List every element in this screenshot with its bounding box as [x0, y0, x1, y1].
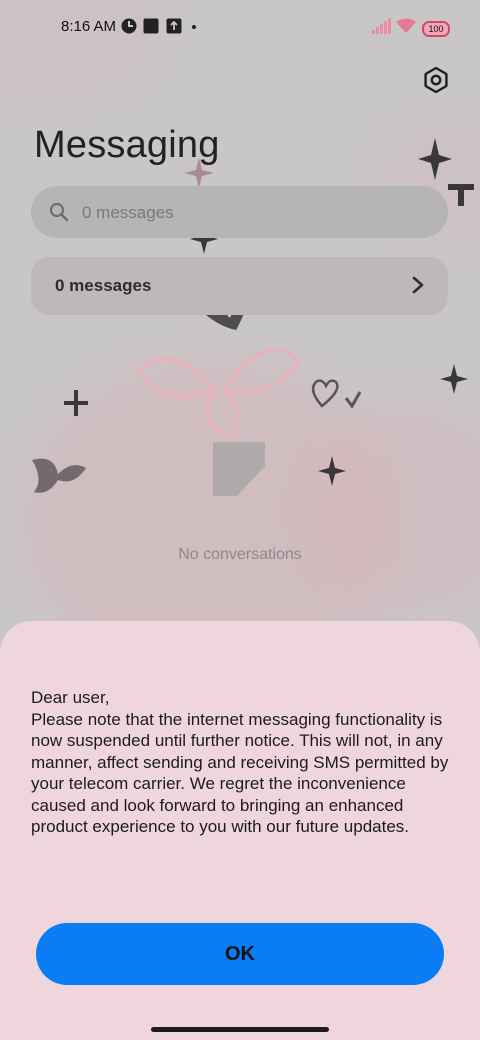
dialog-greeting: Dear user,: [31, 688, 110, 707]
page-title: Messaging: [34, 124, 220, 166]
battery-icon: 100: [422, 21, 450, 37]
empty-chat-icon: [213, 442, 265, 496]
wifi-icon: [396, 18, 416, 33]
ok-button[interactable]: OK: [36, 923, 444, 985]
status-time: 8:16 AM: [61, 18, 117, 35]
home-indicator[interactable]: [151, 1027, 329, 1032]
messages-summary-row[interactable]: 0 messages: [31, 257, 448, 315]
status-bar: 8:16 AM 100: [0, 0, 480, 56]
search-placeholder: 0 messages: [82, 203, 174, 222]
square-icon: [143, 18, 159, 34]
dialog-body: Please note that the internet messaging …: [31, 709, 449, 837]
dot-icon: [192, 25, 196, 29]
sparkle-icon: [318, 456, 346, 486]
sparkle-icon: [440, 364, 468, 394]
upload-icon: [166, 18, 182, 34]
search-icon: [49, 202, 69, 222]
notice-dialog: Dear user, Please note that the internet…: [0, 621, 480, 1040]
dialog-message: Dear user, Please note that the internet…: [31, 687, 461, 838]
settings-hex-icon[interactable]: [421, 65, 451, 95]
plus-sparkle-icon: [64, 390, 88, 416]
app-icon: [121, 18, 137, 34]
battery-level: 100: [428, 24, 444, 34]
sparkle-icon: [418, 138, 452, 180]
chevron-right-icon: [412, 276, 424, 294]
summary-label: 0 messages: [55, 276, 152, 295]
butterfly-shape: [32, 458, 86, 493]
wallpaper-shape: [448, 184, 474, 206]
heart-doodle: [311, 379, 362, 409]
butterfly-outline: [136, 348, 302, 438]
signal-icon: [372, 18, 391, 34]
search-bar[interactable]: 0 messages: [31, 186, 448, 238]
empty-state-text: No conversations: [178, 546, 302, 563]
